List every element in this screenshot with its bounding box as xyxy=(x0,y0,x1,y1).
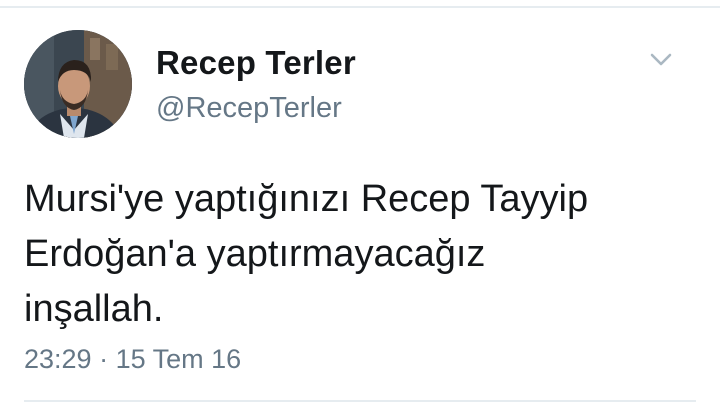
tweet-timestamp[interactable]: 23:29 · 15 Tem 16 xyxy=(24,344,241,375)
tweet-text-line: inşallah. xyxy=(24,288,164,330)
author-display-name[interactable]: Recep Terler xyxy=(156,44,356,82)
timestamp-separator: · xyxy=(99,344,109,374)
tweet-date: 15 Tem 16 xyxy=(115,344,242,374)
bottom-divider xyxy=(24,400,696,402)
tweet-text-line: Erdoğan'a yaptırmayacağız xyxy=(24,233,486,275)
author-handle[interactable]: @RecepTerler xyxy=(156,92,342,125)
chevron-down-icon[interactable] xyxy=(648,50,674,70)
top-divider xyxy=(0,6,720,8)
tweet-time: 23:29 xyxy=(24,344,92,374)
tweet-text-line: Mursi'ye yaptığınızı Recep Tayyip xyxy=(24,178,589,220)
avatar[interactable] xyxy=(24,30,132,138)
tweet-text: Mursi'ye yaptığınızı Recep Tayyip Erdoğa… xyxy=(24,172,704,337)
tweet-screen: Recep Terler @RecepTerler Mursi'ye yaptı… xyxy=(0,0,720,405)
avatar-photo xyxy=(24,30,132,138)
